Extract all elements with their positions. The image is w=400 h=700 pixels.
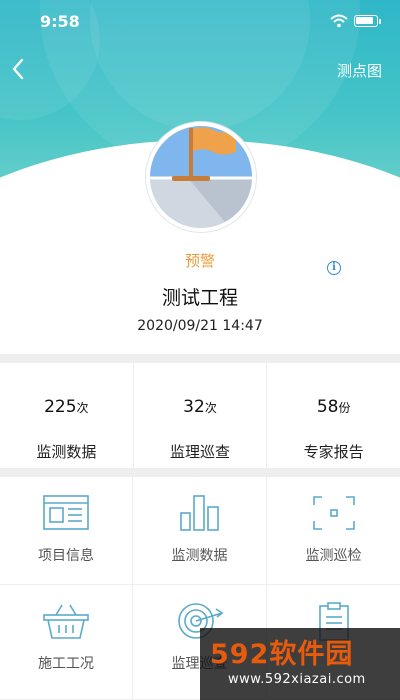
menu-label: 监测数据 xyxy=(171,548,228,564)
measure-point-map-link[interactable]: 测点图 xyxy=(337,60,382,81)
status-flag-badge xyxy=(146,122,256,232)
stat-label: 专家报告 xyxy=(303,443,364,461)
stat-unit: 份 xyxy=(338,401,351,415)
project-datetime: 2020/09/21 14:47 xyxy=(137,318,263,334)
watermark-logo: 592软件园 xyxy=(210,639,354,670)
stat-value: 225 xyxy=(44,397,77,417)
menu-monitoring-inspection[interactable]: 监测巡检 xyxy=(267,477,400,585)
scan-frame-icon xyxy=(312,496,355,530)
status-time: 9:58 xyxy=(40,12,80,31)
status-bar: 9:58 xyxy=(0,10,400,34)
stat-monitoring-data[interactable]: 225次 监测数据 xyxy=(0,363,134,468)
section-divider xyxy=(0,354,400,363)
stat-label: 监测数据 xyxy=(36,443,97,461)
stat-expert-report[interactable]: 58份 专家报告 xyxy=(267,363,400,468)
menu-label: 项目信息 xyxy=(38,548,94,564)
menu-label: 监测巡检 xyxy=(305,548,362,564)
stat-unit: 次 xyxy=(76,401,89,415)
menu-project-info[interactable]: 项目信息 xyxy=(0,477,133,585)
chevron-left-icon xyxy=(12,58,24,80)
stats-row: 225次 监测数据 32次 监理巡查 58份 专家报告 xyxy=(0,363,400,468)
stat-value-wrap: 225次 xyxy=(0,397,133,417)
stat-value: 58 xyxy=(316,397,339,417)
menu-label: 施工工况 xyxy=(38,656,94,672)
stat-value-wrap: 32次 xyxy=(134,397,267,417)
battery-tip xyxy=(379,19,381,24)
stat-value-wrap: 58份 xyxy=(267,397,400,417)
stat-value: 32 xyxy=(183,397,205,417)
section-divider xyxy=(0,468,400,477)
info-icon[interactable]: i xyxy=(327,261,341,275)
menu-construction-status[interactable]: 施工工况 xyxy=(0,585,133,700)
watermark-url: www.592xiazai.com xyxy=(228,672,366,687)
project-info-icon xyxy=(43,495,89,530)
flag-icon xyxy=(150,126,252,228)
project-name: 测试工程 xyxy=(161,287,238,309)
stat-label: 监理巡查 xyxy=(170,443,231,461)
back-button[interactable] xyxy=(6,56,32,82)
watermark: 592软件园 www.592xiazai.com xyxy=(200,628,400,700)
bar-chart-icon xyxy=(179,495,219,531)
stat-supervision-patrol[interactable]: 32次 监理巡查 xyxy=(134,363,268,468)
menu-monitoring-data[interactable]: 监测数据 xyxy=(133,477,267,585)
wifi-icon xyxy=(330,14,348,28)
stat-unit: 次 xyxy=(204,401,217,415)
basket-icon xyxy=(43,604,89,639)
battery-icon xyxy=(354,15,378,27)
